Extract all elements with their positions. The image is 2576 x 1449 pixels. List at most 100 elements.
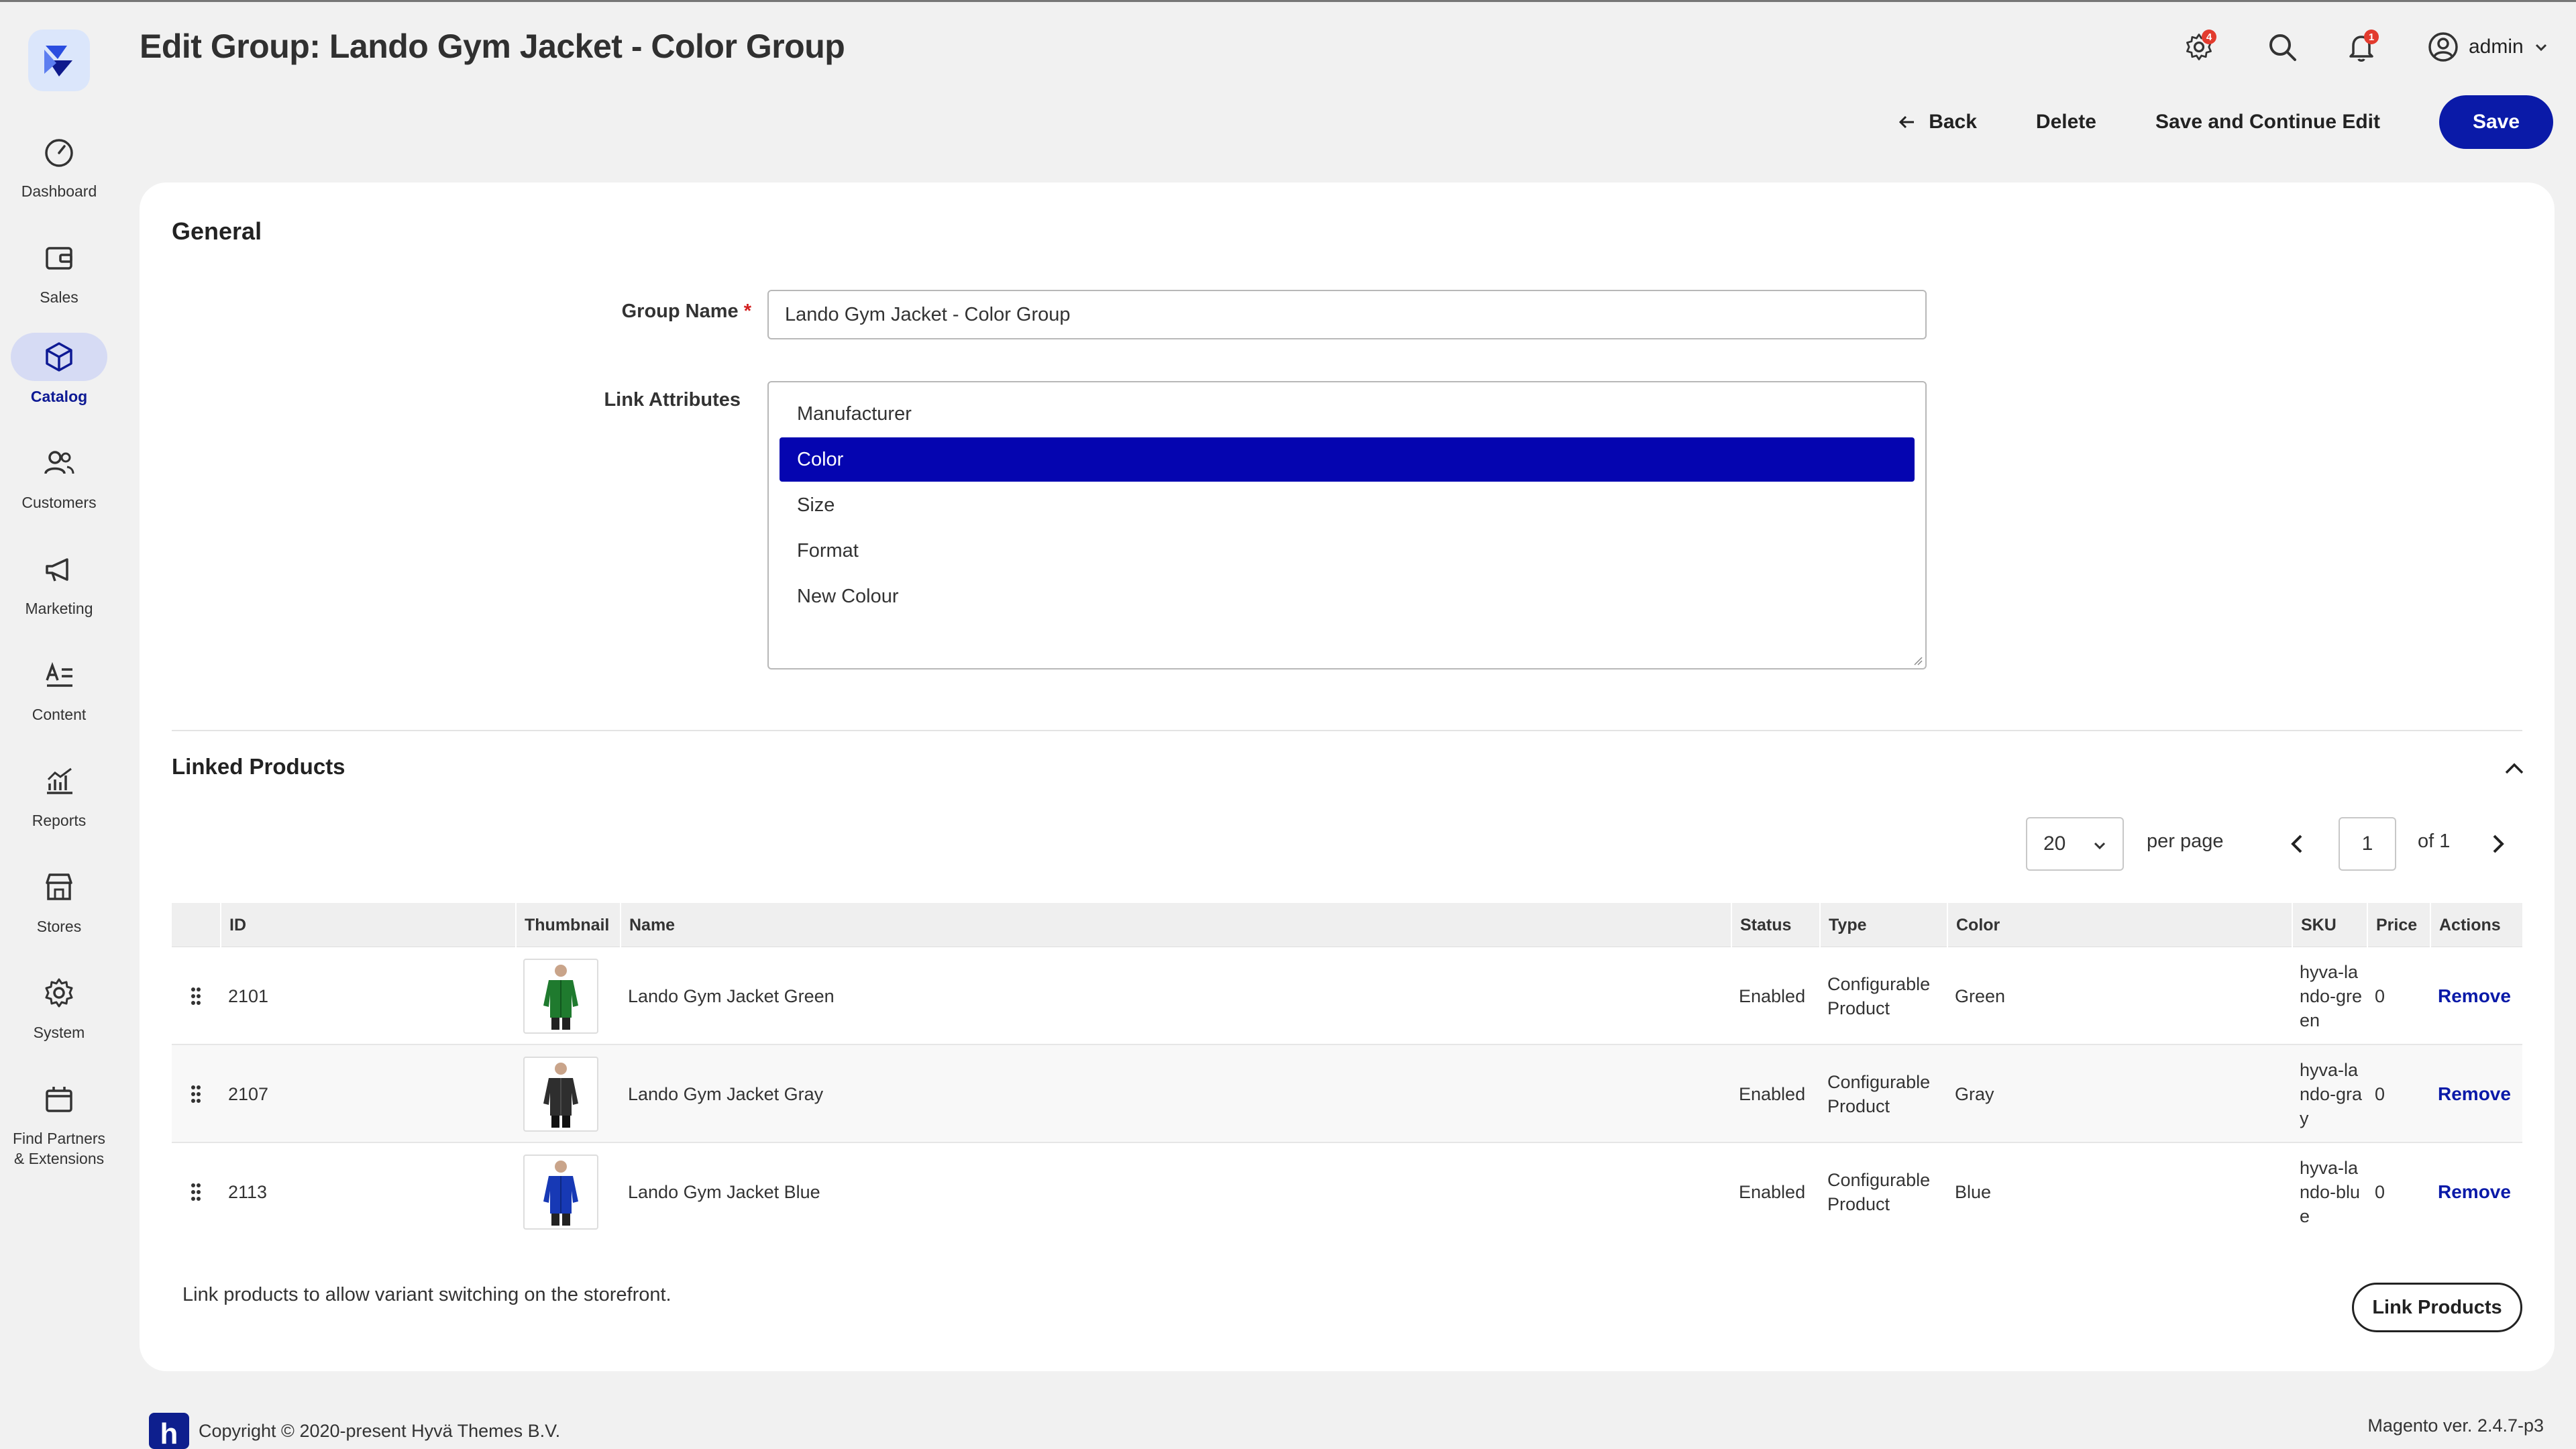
page-size-select[interactable]: 20 (2026, 817, 2124, 871)
column-header-id[interactable]: ID (220, 903, 515, 947)
cell-status: Enabled (1739, 986, 1806, 1006)
current-page-input[interactable]: 1 (2339, 817, 2396, 871)
table-row: 2113 Lando Gym Jacket Blue Enabled Confi… (172, 1143, 2522, 1241)
system-messages-button[interactable]: 4 (2180, 28, 2218, 66)
users-icon (44, 451, 74, 474)
column-header-actions: Actions (2430, 903, 2522, 947)
sidebar-item-partners[interactable]: Find Partners & Extensions (0, 1075, 118, 1169)
footer-copyright: h Copyright © 2020-present Hyvä Themes B… (149, 1413, 560, 1449)
cell-color: Blue (1955, 1182, 1992, 1202)
cell-type: Configurable Product (1827, 1072, 1931, 1116)
system-messages-badge: 4 (2202, 30, 2216, 44)
chevron-down-icon (2535, 44, 2546, 52)
sidebar-item-label: Reports (32, 812, 87, 829)
link-attributes-multiselect[interactable]: Manufacturer Color Size Format New Colou… (767, 381, 1927, 669)
notifications-button[interactable]: 1 (2343, 28, 2380, 66)
cell-sku: hyva-lando-green (2300, 962, 2363, 1030)
table-row: 2107 Lando Gym Jacket Gray Enabled Confi… (172, 1045, 2522, 1143)
back-label: Back (1929, 111, 1977, 133)
cell-color: Green (1955, 986, 2006, 1006)
column-header-name[interactable]: Name (620, 903, 1731, 947)
column-header-type[interactable]: Type (1819, 903, 1947, 947)
chevron-up-icon[interactable] (2504, 761, 2525, 777)
sidebar-item-marketing[interactable]: Marketing (0, 545, 118, 619)
cell-status: Enabled (1739, 1182, 1806, 1202)
drag-handle-icon (191, 987, 201, 1005)
remove-link[interactable]: Remove (2430, 1045, 2522, 1143)
jacket-image (543, 1161, 578, 1226)
notifications-badge: 1 (2364, 30, 2379, 44)
required-marker: * (743, 301, 751, 322)
attribute-option-size[interactable]: Size (780, 483, 1915, 527)
sidebar-item-sales[interactable]: Sales (0, 233, 118, 307)
drag-handle[interactable] (172, 1143, 220, 1241)
sidebar-item-dashboard[interactable]: Dashboard (0, 127, 118, 201)
app-logo[interactable] (28, 30, 90, 91)
sidebar-item-customers[interactable]: Customers (0, 439, 118, 513)
sidebar-item-label: Stores (36, 918, 82, 935)
column-header-sku[interactable]: SKU (2292, 903, 2367, 947)
linked-products-table: ID Thumbnail Name Status Type Color SKU … (172, 903, 2522, 1241)
column-header-thumbnail: Thumbnail (515, 903, 620, 947)
search-button[interactable] (2263, 28, 2301, 66)
admin-sidebar: Dashboard Sales Catalog Customers Market… (0, 0, 118, 1449)
chevron-right-icon (2493, 835, 2504, 853)
cell-thumbnail (515, 947, 620, 1045)
chevron-down-icon (2094, 842, 2106, 850)
column-header-price[interactable]: Price (2367, 903, 2430, 947)
column-header-color[interactable]: Color (1947, 903, 2292, 947)
sidebar-item-system[interactable]: System (0, 969, 118, 1042)
resize-handle-icon[interactable] (1913, 656, 1923, 665)
save-continue-button[interactable]: Save and Continue Edit (2155, 111, 2380, 133)
cell-price: 0 (2375, 1182, 2385, 1202)
product-thumbnail (523, 959, 598, 1034)
drag-handle[interactable] (172, 1045, 220, 1143)
dashboard-gauge-icon (45, 139, 73, 167)
sidebar-item-reports[interactable]: Reports (0, 757, 118, 830)
sidebar-item-label: Customers (21, 494, 97, 511)
cell-sku: hyva-lando-gray (2300, 1060, 2363, 1128)
back-button[interactable]: Back (1898, 111, 1977, 133)
sidebar-item-content[interactable]: Content (0, 651, 118, 724)
drag-handle[interactable] (172, 947, 220, 1045)
cell-id: 2113 (228, 1182, 268, 1202)
cell-name: Lando Gym Jacket Gray (628, 1084, 824, 1104)
linked-products-title: Linked Products (172, 754, 345, 779)
sidebar-item-stores[interactable]: Stores (0, 863, 118, 936)
drag-handle-icon (191, 1183, 201, 1201)
next-page-button[interactable] (2485, 830, 2512, 857)
arrow-left-icon (1899, 115, 1915, 129)
save-button[interactable]: Save (2439, 95, 2553, 149)
cell-type: Configurable Product (1827, 1170, 1931, 1214)
cell-color: Gray (1955, 1084, 1994, 1104)
search-icon (2269, 34, 2296, 61)
group-name-input[interactable]: Lando Gym Jacket - Color Group (767, 290, 1927, 339)
previous-page-button[interactable] (2284, 830, 2310, 857)
group-name-label-text: Group Name (621, 301, 739, 322)
top-border (0, 0, 2576, 2)
edit-group-card: General Group Name * Lando Gym Jacket - … (140, 182, 2555, 1371)
group-name-label: Group Name * (475, 301, 751, 323)
cell-id: 2101 (228, 986, 269, 1006)
page-actions: Back Delete Save and Continue Edit Save (1898, 95, 2553, 149)
user-menu[interactable]: admin (2427, 28, 2549, 66)
attribute-option-manufacturer[interactable]: Manufacturer (780, 392, 1915, 436)
table-row: 2101 Lando Gym Jacket Green Enabled Conf… (172, 947, 2522, 1045)
sidebar-item-label: Catalog (30, 388, 88, 405)
cell-price: 0 (2375, 1084, 2385, 1104)
cell-name: Lando Gym Jacket Green (628, 986, 835, 1006)
attribute-option-color[interactable]: Color (780, 437, 1915, 482)
attribute-option-format[interactable]: Format (780, 529, 1915, 573)
cell-status: Enabled (1739, 1084, 1806, 1104)
remove-link[interactable]: Remove (2430, 947, 2522, 1045)
sidebar-item-label: Content (32, 706, 87, 723)
delete-button[interactable]: Delete (2036, 111, 2096, 133)
sidebar-item-label: Find Partners & Extensions (12, 1130, 106, 1167)
sidebar-item-catalog[interactable]: Catalog (0, 333, 118, 407)
chevron-left-icon (2291, 835, 2302, 853)
attribute-option-new-colour[interactable]: New Colour (780, 574, 1915, 619)
page-title: Edit Group: Lando Gym Jacket - Color Gro… (140, 28, 845, 65)
column-header-status[interactable]: Status (1731, 903, 1819, 947)
remove-link[interactable]: Remove (2430, 1143, 2522, 1241)
link-products-button[interactable]: Link Products (2352, 1283, 2522, 1332)
